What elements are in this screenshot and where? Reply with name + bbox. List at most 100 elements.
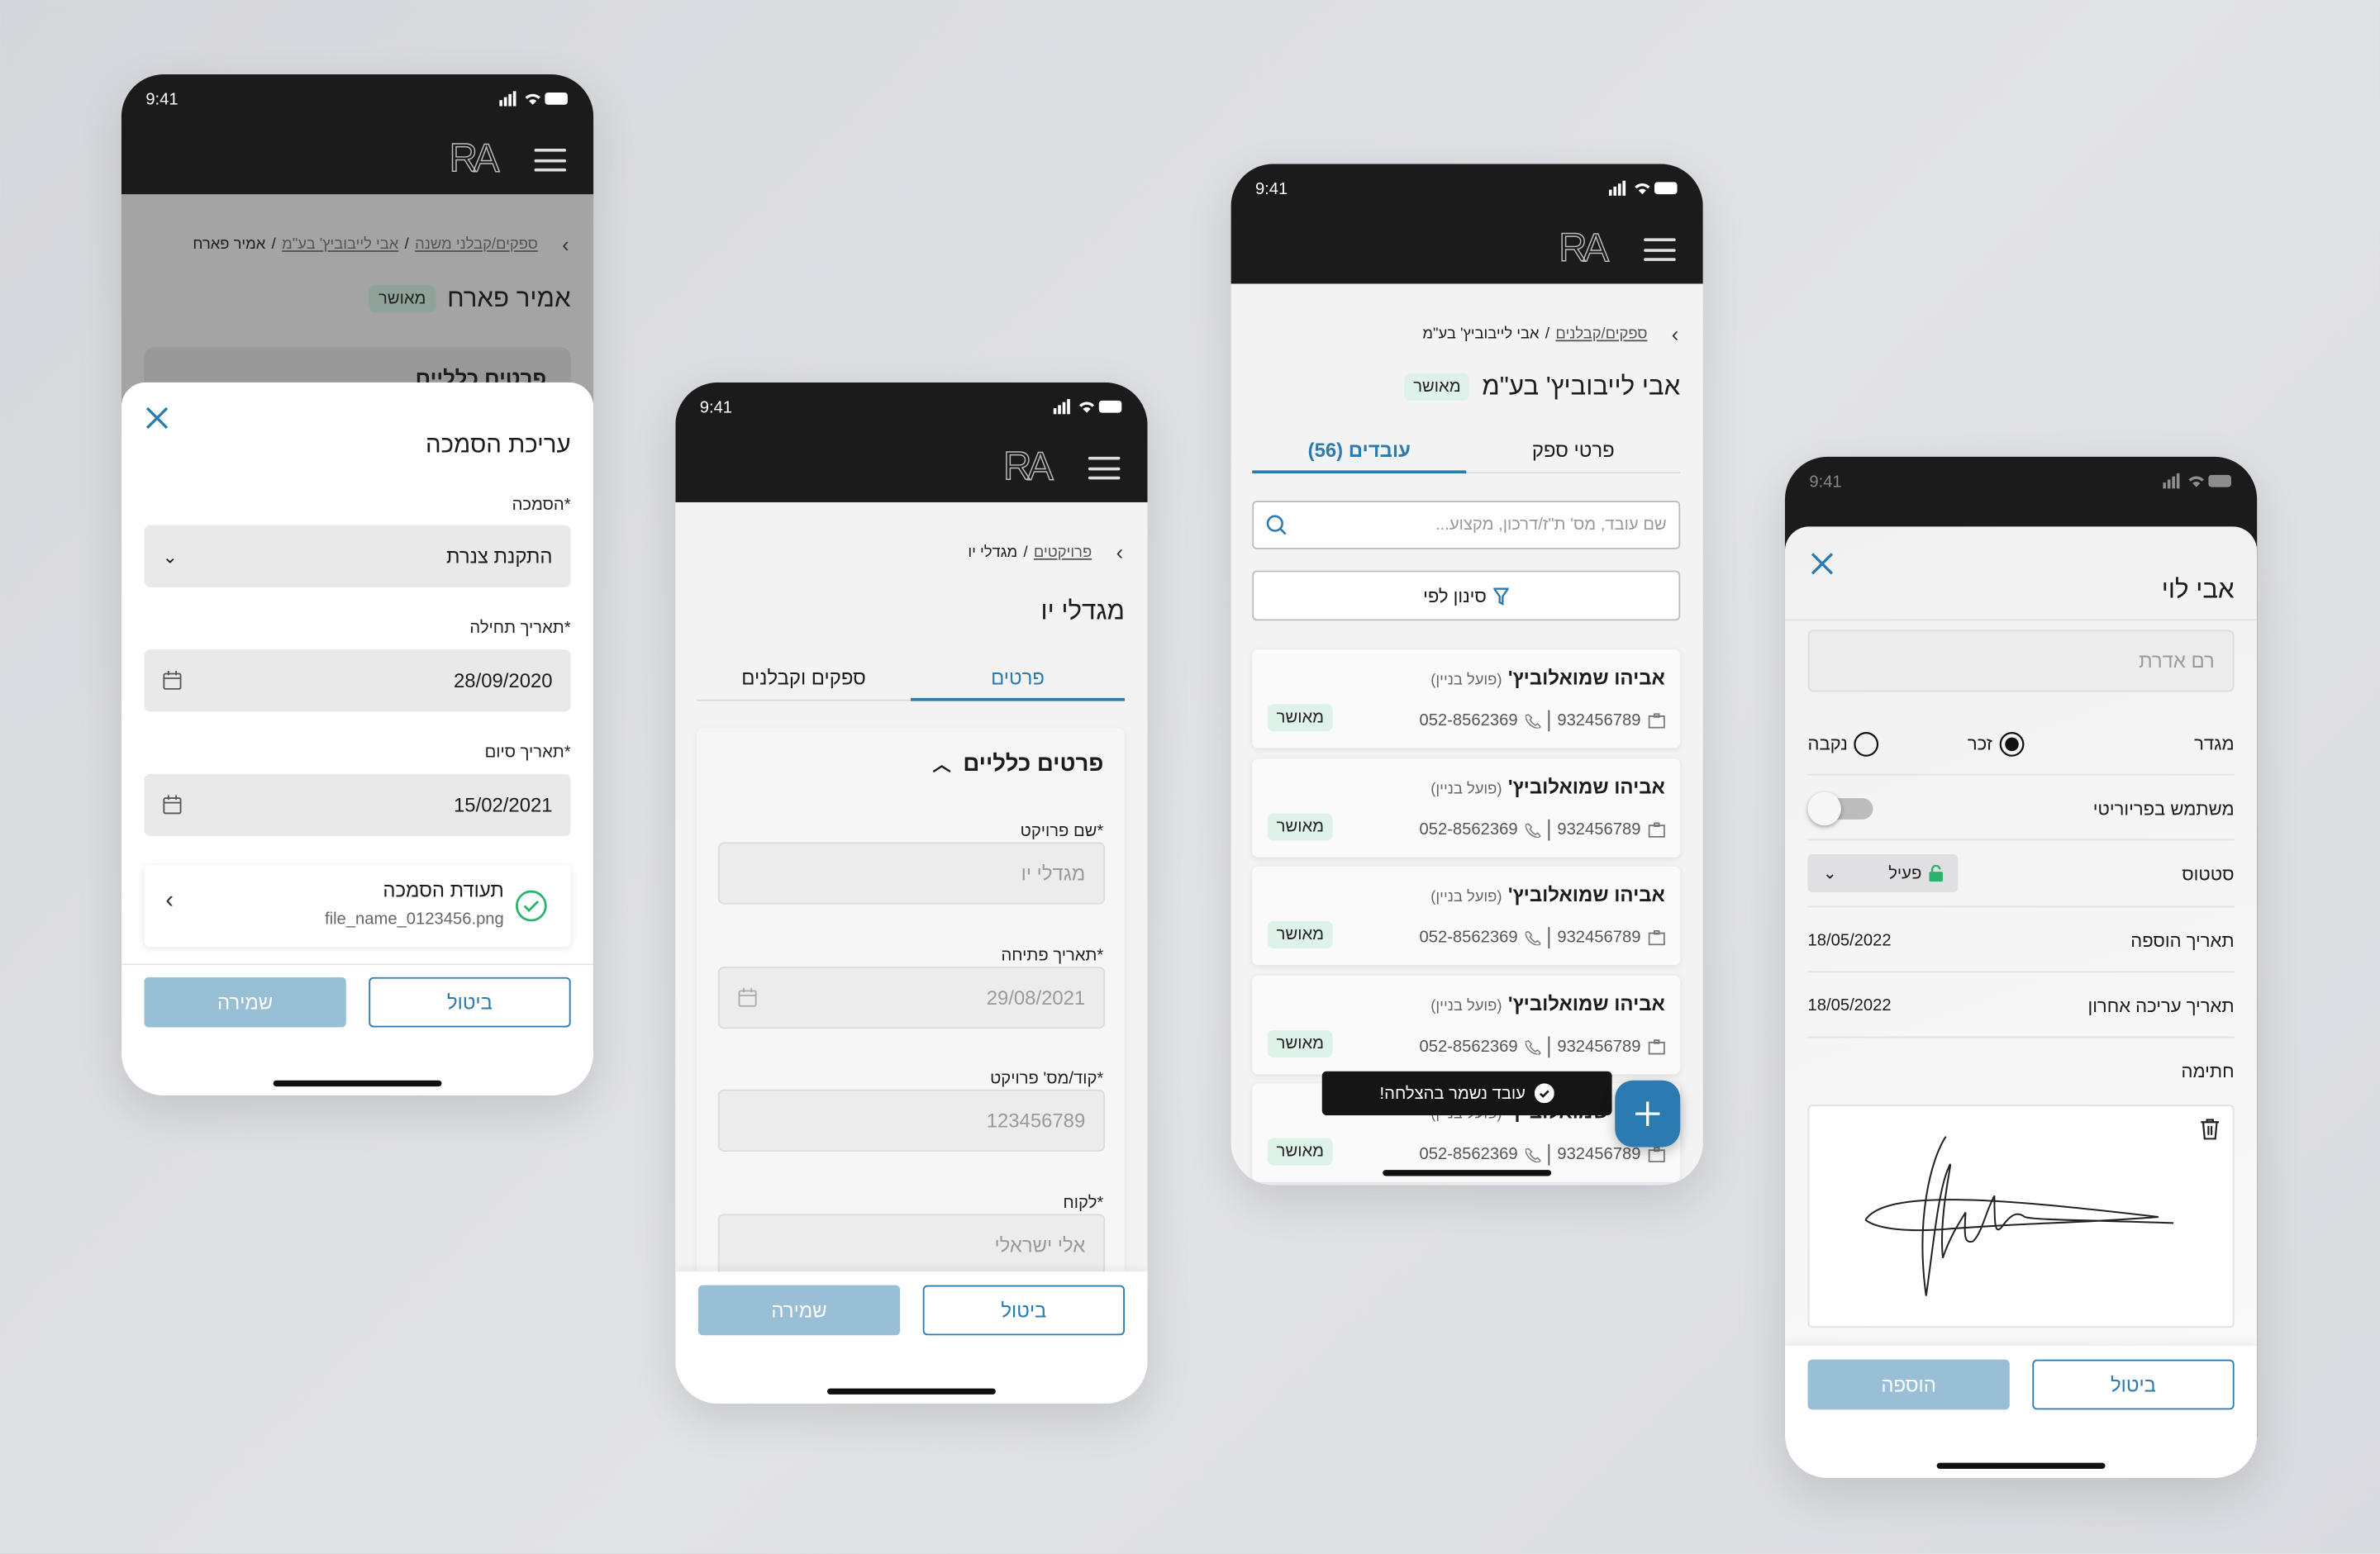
cancel-button[interactable]: ביטול [2032,1359,2235,1410]
employee-card[interactable]: אביהו שמואלוביץ' (פועל בניין) 932456789 052… [1252,649,1681,748]
cert-select[interactable]: התקנת צנרת ⌄ [144,525,571,587]
status-badge: מאושר [369,285,436,313]
employee-phone: 052-8562369 [1419,1145,1518,1164]
status-icons [1053,399,1123,415]
save-button[interactable]: שמירה [144,977,346,1028]
divider [1807,773,2235,776]
close-icon[interactable] [1811,553,1834,576]
tab-employees[interactable]: עובדים (56) [1252,439,1467,474]
status-badge: מאושר [1404,373,1470,401]
close-icon[interactable] [145,406,169,430]
employee-meta: 932456789 052-8562369 [1419,1035,1665,1057]
start-date-value: 28/09/2020 [454,668,553,692]
employee-card[interactable]: אביהו שמואלוביץ' (פועל בניין) 932456789 052… [1252,975,1681,1074]
status-row: סטטוס פעיל ⌄ [1807,854,2235,892]
phone-icon [1525,714,1541,729]
breadcrumb-current: אמיר פארח [193,235,266,253]
tab-suppliers[interactable]: ספקים וקבלנים [697,666,911,699]
back-chevron-icon[interactable]: › [1672,321,1679,345]
field-label: *תאריך פתיחה [1001,946,1104,965]
ra-logo[interactable]: RA [450,138,513,178]
gender-radio-male[interactable]: זכר [1968,730,2025,756]
hamburger-menu-icon[interactable] [534,148,567,172]
added-value: 18/05/2022 [1807,931,1892,950]
field-input[interactable]: 29/08/2021 [717,966,1106,1029]
id-card-icon [1648,929,1665,946]
signature-pad[interactable] [1807,1105,2235,1328]
gender-row: מגדר זכר נקבה [1808,727,2235,760]
end-date-input[interactable]: 15/02/2021 [144,773,571,837]
employee-name-row: אביהו שמואלוביץ' (פועל בניין) [1430,666,1665,689]
field-value: 29/08/2021 [986,985,1086,1009]
phone-supplier-employees: 9:41 RA › ספקים/קבלנים / אבי לייבוביץ' בע… [1230,164,1703,1186]
home-indicator [1936,1462,2106,1469]
filter-button[interactable]: סינון לפי [1252,570,1681,621]
hamburger-menu-icon[interactable] [1088,456,1121,480]
employee-name: אביהו שמואלוביץ' [1507,991,1665,1015]
add-button[interactable]: הוספה [1807,1359,2010,1410]
calendar-icon[interactable] [738,986,758,1007]
tab-bar: ספקים וקבלנים פרטים [697,666,1125,701]
breadcrumb-link[interactable]: ספקים/קבלני משנה [415,236,538,253]
add-employee-button[interactable] [1615,1080,1681,1148]
edited-label: תאריך עריכה אחרון [2087,995,2235,1017]
signature-row: חתימה [1808,1055,2234,1088]
home-indicator [273,1080,442,1087]
cert-file-card[interactable]: תעודת הסמכה file_name_0123456.png ‹ [144,864,571,948]
breadcrumb-link[interactable]: ספקים/קבלנים [1555,326,1647,342]
chevron-left-icon[interactable]: ‹ [165,887,174,915]
back-chevron-icon[interactable]: › [1116,540,1124,564]
status-badge: מאושר [1267,1029,1334,1057]
start-date-input[interactable]: 28/09/2020 [144,649,571,712]
chevron-up-icon[interactable]: ︿ [933,751,951,777]
name-placeholder: רם אדרת [2139,649,2215,672]
status-time: 9:41 [145,91,178,110]
employee-meta: 932456789 052-8562369 [1419,927,1665,948]
cancel-button[interactable]: ביטול [922,1285,1125,1336]
edited-date-row: תאריך עריכה אחרון 18/05/2022 [1808,990,2235,1023]
sheet-title: עריכת הסמכה [425,432,571,459]
section-title: פרטים כלליים [963,751,1104,777]
ra-logo[interactable]: RA [1003,446,1067,486]
trash-icon[interactable] [2201,1119,2220,1140]
field-input[interactable]: מגדלי יו [717,842,1106,905]
breadcrumb-link[interactable]: אבי לייבוביץ' בע"מ [282,236,398,253]
back-chevron-icon[interactable]: › [562,232,569,256]
tab-supplier-details[interactable]: פרטי ספק [1466,439,1680,472]
employee-card[interactable]: אביהו שמואלוביץ' (פועל בניין) 932456789 052… [1252,758,1681,857]
phone-edit-certification: 9:41 RA › ספקים/קבלני משנה / אבי לייבוביץ… [121,74,594,1096]
tab-details[interactable]: פרטים [911,666,1125,701]
status-time: 9:41 [1254,180,1288,199]
tab-bar: עובדים (56) פרטי ספק [1252,439,1681,474]
field-input[interactable]: 123456789 [717,1089,1106,1152]
breadcrumb-link[interactable]: פרויקטים [1034,544,1092,560]
ra-logo[interactable]: RA [1559,228,1622,268]
calendar-icon[interactable] [163,670,183,691]
svg-text:RA: RA [450,138,500,178]
search-input[interactable]: שם עובד, מס' ת"ז/דרכון, מקצוע... [1252,501,1681,549]
gender-label: מגדר [2194,733,2235,754]
status-select[interactable]: פעיל ⌄ [1807,854,1959,892]
app-header: 9:41 RA [675,382,1148,502]
search-icon [1266,515,1287,535]
cancel-button[interactable]: ביטול [369,977,571,1028]
save-button[interactable]: שמירה [697,1285,901,1336]
employee-id: 932456789 [1557,1145,1641,1164]
section-header[interactable]: פרטים כלליים ︿ [933,751,1104,777]
field-input[interactable]: אלי ישראלי [717,1213,1106,1276]
employee-name-row: אביהו שמואלוביץ' (פועל בניין) [1430,883,1665,906]
gender-radio-female[interactable]: נקבה [1808,730,1880,756]
status-time: 9:41 [1809,473,1842,492]
name-input[interactable]: רם אדרת [1807,630,2235,692]
hamburger-menu-icon[interactable] [1644,238,1676,261]
employee-id: 932456789 [1557,820,1641,839]
priority-toggle[interactable] [1807,791,1873,826]
calendar-icon[interactable] [163,795,183,815]
radio-checked-icon [1999,731,2024,756]
divider [1807,839,2235,841]
employee-card[interactable]: אביהו שמואלוביץ' (פועל בניין) 932456789 052… [1252,866,1681,966]
start-date-label: *תאריך תחילה [469,619,571,638]
end-date-value: 15/02/2021 [454,793,553,817]
status-badge: מאושר [1267,920,1334,948]
field-label: *קוד/מס' פרויקט [990,1069,1104,1088]
